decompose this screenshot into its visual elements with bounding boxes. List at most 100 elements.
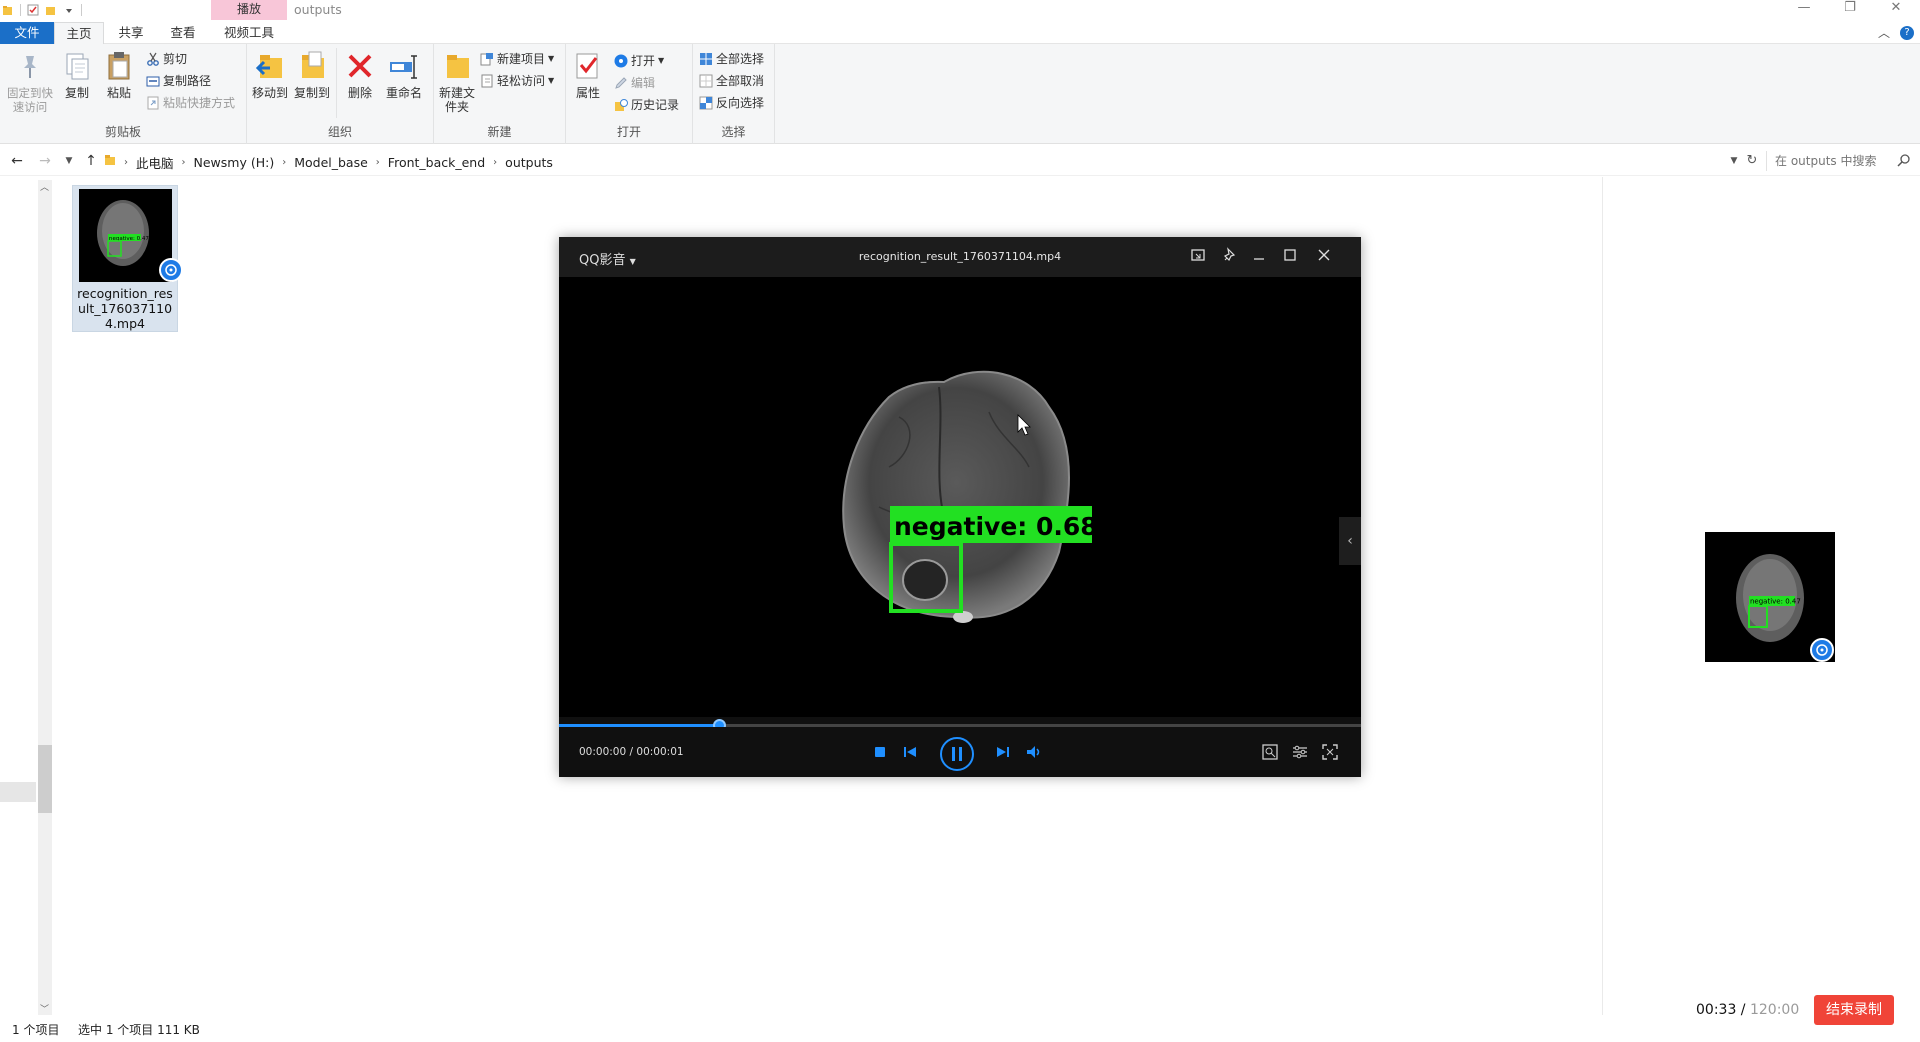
paste-button[interactable]: 粘贴 — [102, 50, 136, 100]
player-menu-button[interactable]: QQ影音 ▼ — [579, 249, 636, 268]
copy-to-icon — [296, 50, 328, 82]
settings-sliders-icon[interactable] — [1289, 741, 1311, 763]
side-panel-chevron-icon[interactable]: ‹ — [1339, 517, 1361, 565]
customize-qat-icon[interactable] — [63, 4, 75, 16]
status-bar: 1 个项目 选中 1 个项目 111 KB — [0, 1015, 1920, 1042]
minimize-button[interactable]: — — [1781, 0, 1827, 18]
pin-quick-access-button[interactable]: 固定到快速访问 — [4, 50, 56, 114]
tab-share[interactable]: 共享 — [108, 22, 154, 44]
new-folder-button[interactable]: 新建文件夹 — [438, 50, 476, 114]
search-input[interactable] — [1775, 152, 1893, 170]
group-label-open: 打开 — [616, 125, 641, 139]
crumb-outputs[interactable]: outputs — [505, 155, 553, 170]
recent-locations-chevron-icon[interactable]: ▼ — [60, 152, 78, 170]
folder-icon — [2, 4, 14, 16]
player-minimize-icon[interactable] — [1249, 247, 1269, 267]
invert-selection-label: 反向选择 — [716, 96, 765, 110]
recording-time-separator: / — [1736, 1002, 1750, 1018]
new-item-icon — [480, 52, 494, 66]
time-current: 00:00:00 — [579, 746, 627, 758]
player-brand: QQ影音 — [579, 253, 626, 268]
scrollbar-thumb[interactable] — [38, 745, 52, 813]
file-item-selected[interactable]: negative: 0.47 recognition_result_176037… — [72, 185, 183, 332]
history-label: 历史记录 — [631, 98, 680, 112]
copy-path-label: 复制路径 — [163, 74, 212, 88]
delete-button[interactable]: 删除 — [343, 50, 377, 100]
stop-icon[interactable] — [869, 741, 891, 763]
new-item-label: 新建项目 — [497, 52, 546, 66]
paste-shortcut-button[interactable]: 粘贴快捷方式 — [146, 94, 235, 112]
group-label-new: 新建 — [487, 125, 512, 139]
delete-x-icon — [344, 50, 376, 82]
scroll-up-icon[interactable]: ︿ — [40, 180, 49, 193]
move-to-label: 移动到 — [251, 86, 288, 100]
easy-access-label: 轻松访问 — [497, 74, 546, 88]
move-to-icon — [254, 50, 286, 82]
paste-icon — [103, 50, 135, 82]
tab-home[interactable]: 主页 — [54, 22, 104, 44]
mini-mode-icon[interactable] — [1188, 247, 1208, 267]
rename-button[interactable]: 重命名 — [382, 50, 426, 100]
brain-scan — [842, 370, 1070, 623]
close-button[interactable]: ✕ — [1873, 0, 1919, 18]
next-icon[interactable] — [992, 741, 1014, 763]
select-all-icon — [699, 52, 713, 66]
open-button[interactable]: 打开 ▼ — [614, 52, 664, 70]
copy-path-button[interactable]: 复制路径 — [146, 72, 211, 90]
pin-label: 固定到快速访问 — [7, 86, 53, 114]
tab-view[interactable]: 查看 — [160, 22, 206, 44]
easy-access-icon — [480, 74, 494, 88]
player-close-icon[interactable] — [1314, 247, 1334, 267]
forward-arrow-icon[interactable]: → — [36, 152, 54, 170]
dropdown-arrow-icon: ▼ — [658, 56, 665, 65]
properties-button[interactable]: 属性 — [572, 50, 604, 100]
history-button[interactable]: 历史记录 — [614, 96, 679, 114]
copy-button[interactable]: 复制 — [60, 50, 94, 100]
player-maximize-icon[interactable] — [1280, 247, 1300, 267]
properties-check-icon[interactable] — [27, 4, 39, 16]
new-item-button[interactable]: 新建项目 ▼ — [480, 50, 554, 68]
preview-label: negative: 0.47 — [1750, 598, 1801, 606]
invert-selection-button[interactable]: 反向选择 — [699, 94, 764, 112]
crumb-this-pc[interactable]: 此电脑 — [136, 153, 174, 172]
player-file-title: recognition_result_1760371104.mp4 — [858, 250, 1062, 263]
pause-button[interactable] — [940, 737, 974, 771]
qat-divider — [20, 4, 21, 16]
up-arrow-icon[interactable]: ↑ — [82, 152, 100, 170]
new-folder-icon[interactable] — [45, 4, 57, 16]
ribbon-right-controls: ︿ ? — [1878, 24, 1914, 41]
help-icon[interactable]: ? — [1900, 25, 1914, 40]
new-folder-label: 新建文件夹 — [438, 86, 475, 114]
address-history-chevron-icon[interactable]: ▼ — [1725, 152, 1743, 170]
move-to-button[interactable]: 移动到 — [250, 50, 290, 100]
video-frame[interactable]: negative: 0.68 ‹ — [559, 277, 1361, 717]
refresh-icon[interactable]: ↻ — [1743, 152, 1761, 170]
select-none-button[interactable]: 全部取消 — [699, 72, 764, 90]
navigation-scrollbar[interactable] — [38, 180, 52, 1015]
crumb-drive[interactable]: Newsmy (H:) — [194, 155, 275, 170]
cut-button[interactable]: 剪切 — [146, 50, 187, 68]
tab-file[interactable]: 文件 — [0, 22, 54, 44]
restore-button[interactable]: ❐ — [1827, 0, 1873, 18]
pin-on-top-icon[interactable] — [1220, 247, 1240, 267]
rename-label: 重命名 — [385, 86, 422, 100]
copy-to-button[interactable]: 复制到 — [292, 50, 332, 100]
crumb-front-back-end[interactable]: Front_back_end — [388, 155, 485, 170]
collapse-ribbon-icon[interactable]: ︿ — [1878, 24, 1890, 41]
select-all-button[interactable]: 全部选择 — [699, 50, 764, 68]
fullscreen-icon[interactable] — [1319, 741, 1341, 763]
back-arrow-icon[interactable]: ← — [8, 152, 26, 170]
tab-video-tools[interactable]: 视频工具 — [213, 22, 285, 44]
copy-to-label: 复制到 — [293, 86, 330, 100]
edit-button[interactable]: 编辑 — [614, 74, 655, 92]
screenshot-icon[interactable] — [1259, 741, 1281, 763]
stop-recording-button[interactable]: 结束录制 — [1814, 995, 1894, 1025]
copy-icon — [61, 50, 93, 82]
search-icon[interactable] — [1897, 153, 1911, 167]
scroll-down-icon[interactable]: ﹀ — [40, 1002, 49, 1015]
previous-icon[interactable] — [899, 741, 921, 763]
volume-icon[interactable] — [1023, 741, 1045, 763]
navigation-selected-item[interactable] — [0, 782, 36, 802]
easy-access-button[interactable]: 轻松访问 ▼ — [480, 72, 554, 90]
crumb-model-base[interactable]: Model_base — [294, 155, 368, 170]
